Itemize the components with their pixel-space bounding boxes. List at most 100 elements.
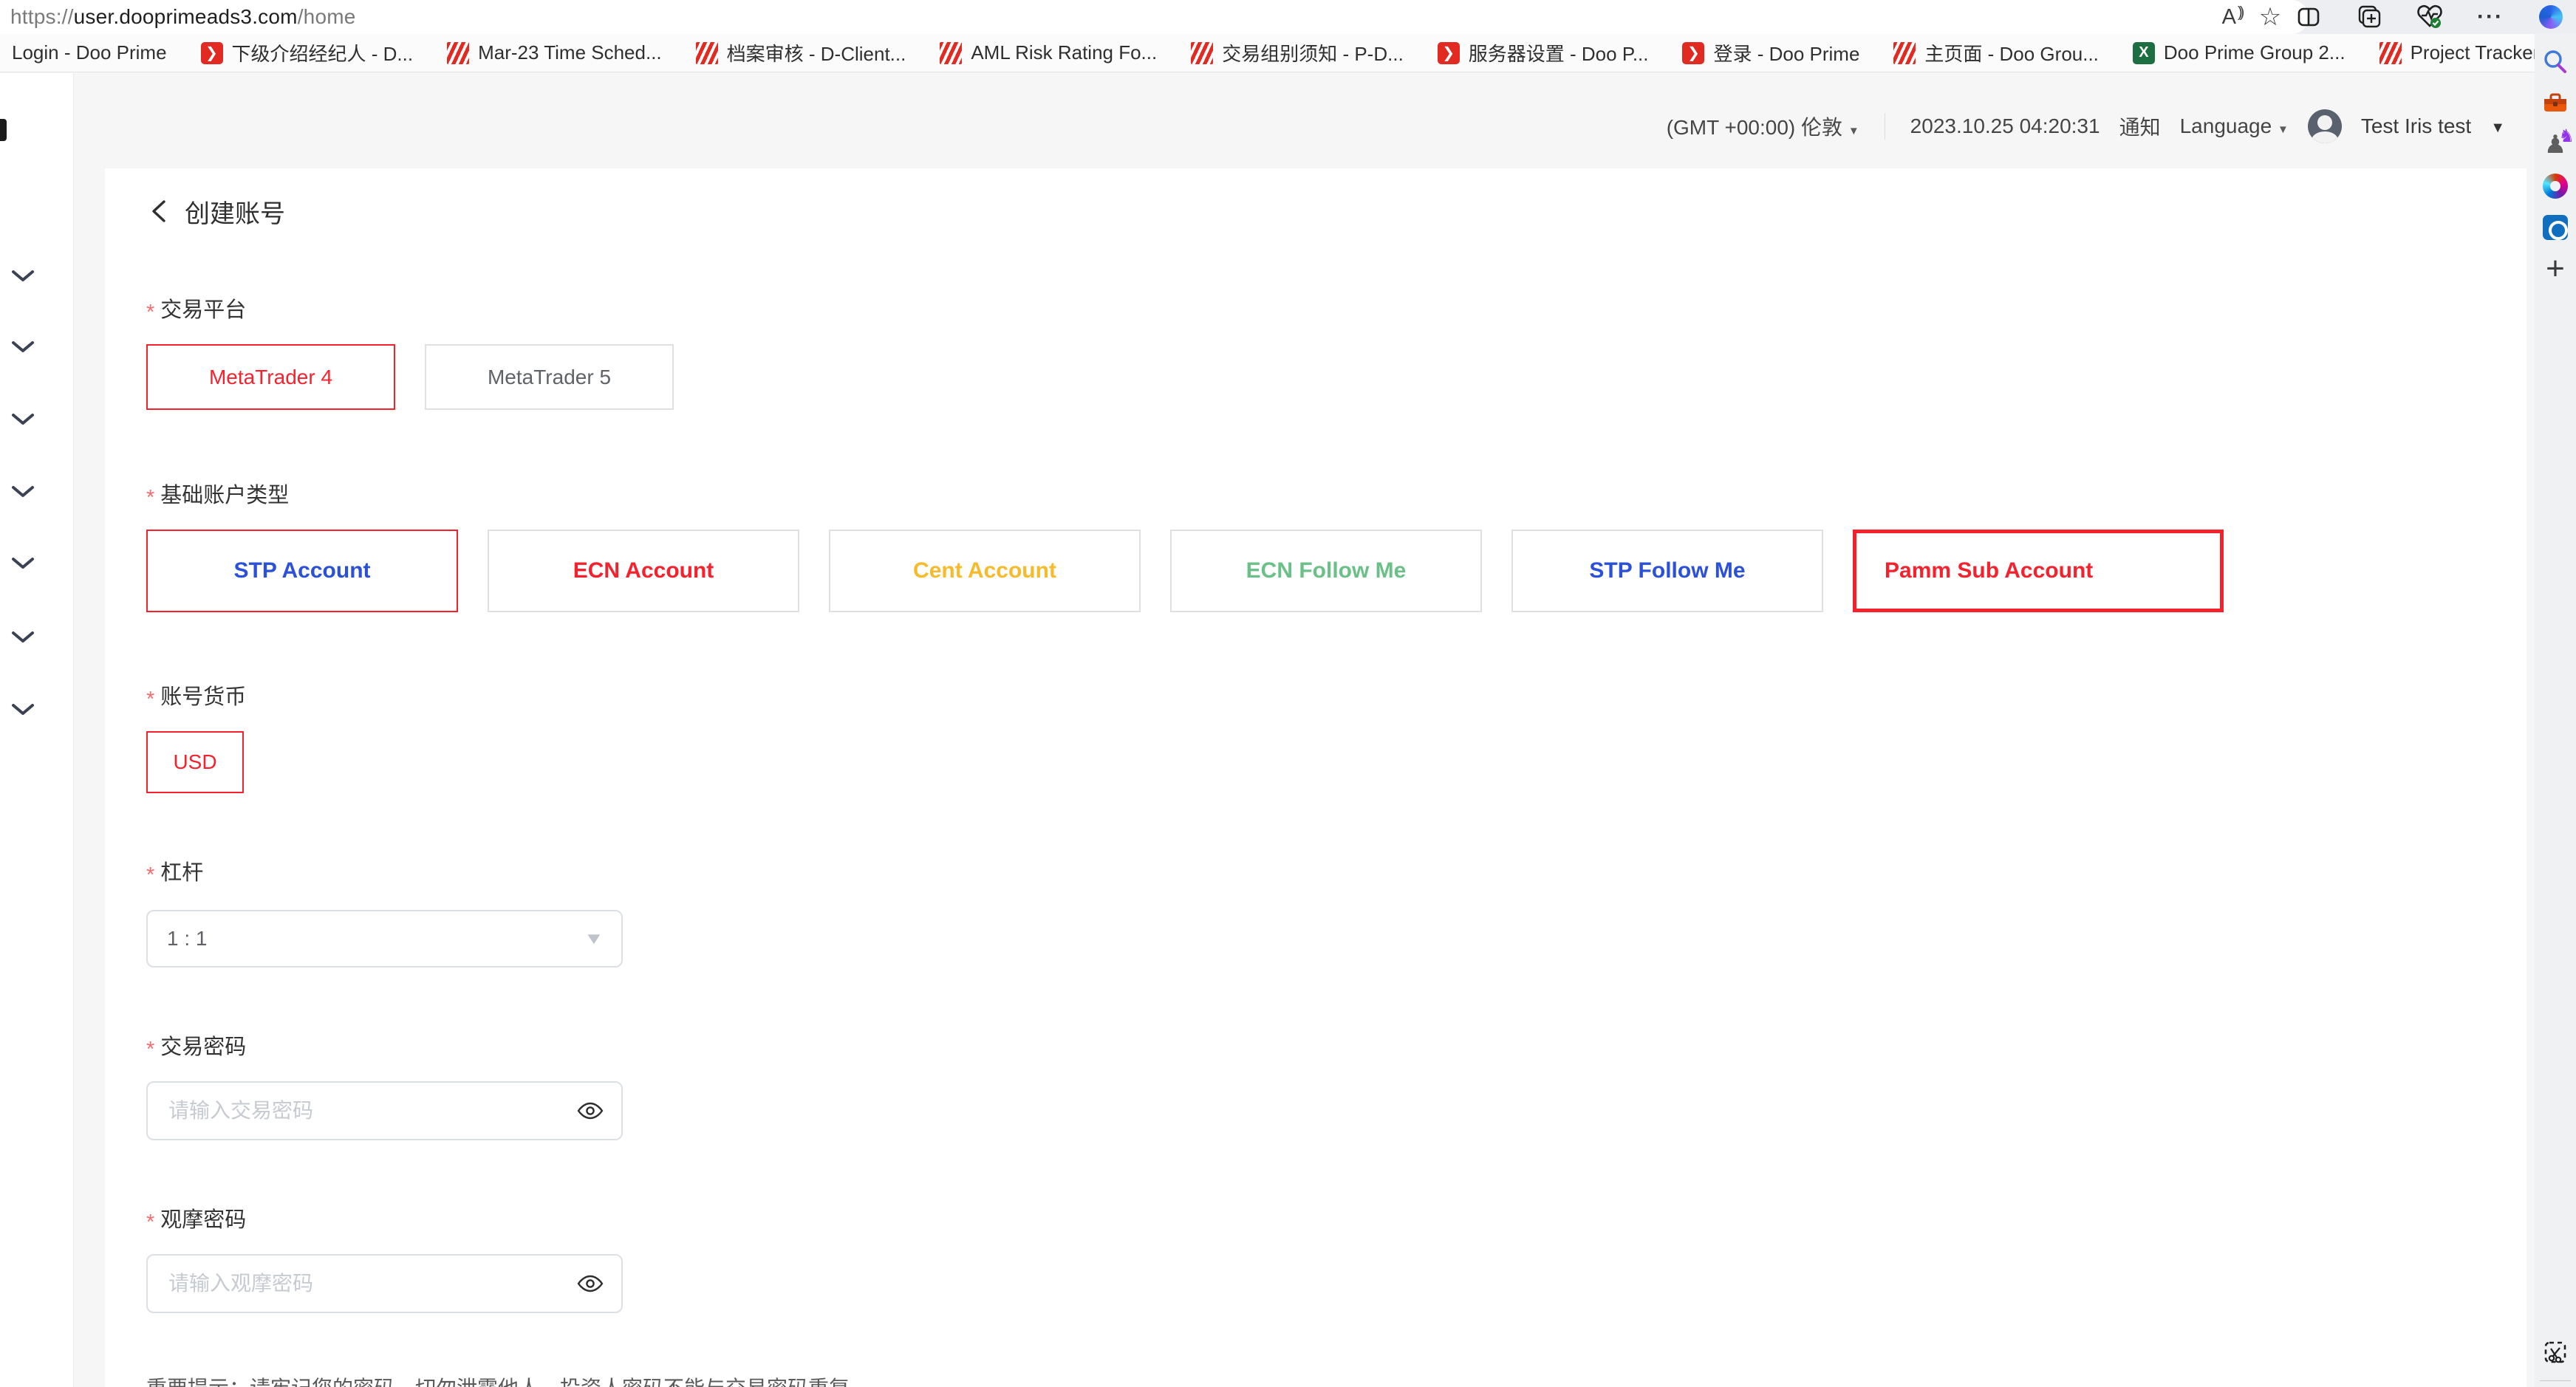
view-password-label-row: * 观摩密码 <box>146 1202 2485 1233</box>
page-viewport: (GMT +00:00) 伦敦 ▼ 2023.10.25 04:20:31 通知… <box>0 73 2535 1387</box>
option-stp-account[interactable]: STP Account <box>146 530 458 612</box>
collections-icon[interactable] <box>2350 0 2388 34</box>
currency-label-row: * 账号货币 <box>146 679 2485 710</box>
option-metatrader-4[interactable]: MetaTrader 4 <box>146 344 395 410</box>
timezone-selector[interactable]: (GMT +00:00) 伦敦 ▼ <box>1667 112 1859 141</box>
chevron-down-icon: ▼ <box>584 929 604 948</box>
chevron-down-icon[interactable] <box>10 484 35 503</box>
user-menu-chevron-icon[interactable]: ▼ <box>2490 120 2505 137</box>
option-cent-account[interactable]: Cent Account <box>829 530 1141 612</box>
bookmark-item[interactable]: AML Risk Rating Fo... <box>940 41 1157 64</box>
password-notice: 重要提示：请牢记您的密码，切勿泄露他人。投资人密码不能与交易密码重复 <box>146 1372 2485 1387</box>
page-title-row: 创建账号 <box>146 189 2485 233</box>
bookmark-item[interactable]: 主页面 - Doo Grou... <box>1893 39 2099 66</box>
read-aloud-icon[interactable]: A)) <box>2213 0 2251 34</box>
favorite-star-icon[interactable]: ☆ <box>2251 0 2289 34</box>
bookmark-item[interactable]: 档案审核 - D-Client... <box>696 39 906 66</box>
chevron-down-icon[interactable] <box>10 630 35 648</box>
bookmark-label: Project Tracker - D-... <box>2411 41 2535 64</box>
url-text[interactable]: https://user.dooprimeads3.com/home <box>10 5 2213 29</box>
bookmark-item[interactable]: ❯下级介绍经纪人 - D... <box>201 39 414 66</box>
platform-label-row: * 交易平台 <box>146 292 2485 323</box>
browser-toolbar: https://user.dooprimeads3.com/home A)) ☆… <box>0 0 2576 34</box>
bookmark-label: 交易组别须知 - P-D... <box>1222 39 1404 66</box>
option-ecn-account[interactable]: ECN Account <box>488 530 799 612</box>
option-ecn-follow-me[interactable]: ECN Follow Me <box>1170 530 1482 612</box>
copilot-icon[interactable] <box>2532 0 2570 34</box>
leverage-select[interactable]: 1 : 1 ▼ <box>146 910 623 968</box>
doo-logo-favicon-icon: ❯ <box>1682 42 1704 64</box>
view-password-field <box>146 1254 623 1313</box>
doo-logo-favicon-icon: ❯ <box>1438 42 1460 64</box>
option-stp-follow-me[interactable]: STP Follow Me <box>1511 530 1823 612</box>
trade-password-label-row: * 交易密码 <box>146 1030 2485 1061</box>
chevron-down-icon: ▼ <box>1848 125 1859 137</box>
chevron-down-icon[interactable] <box>10 702 35 721</box>
bookmark-label: AML Risk Rating Fo... <box>971 41 1157 64</box>
bookmarks-bar: Login - Doo Prime ❯下级介绍经纪人 - D... Mar-23 T… <box>0 34 2535 72</box>
bookmark-label: Doo Prime Group 2... <box>2164 41 2346 64</box>
language-selector[interactable]: Language ▼ <box>2180 114 2289 138</box>
tools-toolbox-icon[interactable] <box>2535 83 2576 124</box>
bookmark-item[interactable]: Login - Doo Prime <box>12 41 167 64</box>
option-metatrader-5[interactable]: MetaTrader 5 <box>425 344 674 410</box>
currency-options: USD <box>146 731 2485 793</box>
edge-sidebar: ♟♞ + <box>2535 34 2576 1387</box>
search-icon[interactable] <box>2535 41 2576 83</box>
username: Test Iris test <box>2361 114 2471 138</box>
chevron-down-icon[interactable] <box>10 269 35 287</box>
view-password-input[interactable] <box>151 1272 575 1295</box>
doo-stripes-favicon-icon <box>447 42 469 64</box>
platform-options: MetaTrader 4 MetaTrader 5 <box>146 344 2485 410</box>
notifications-link[interactable]: 通知 <box>2119 112 2161 141</box>
page-title: 创建账号 <box>185 194 285 230</box>
leverage-value: 1 : 1 <box>167 927 586 951</box>
bookmark-item[interactable]: ❯ 服务器设置 - Doo P... <box>1438 39 1649 66</box>
chevron-down-icon[interactable] <box>10 412 35 431</box>
required-asterisk: * <box>146 1038 154 1062</box>
avatar[interactable] <box>2308 109 2342 143</box>
required-asterisk: * <box>146 1210 154 1235</box>
option-usd[interactable]: USD <box>146 731 244 793</box>
web-capture-icon[interactable] <box>2535 1332 2576 1373</box>
leverage-label-row: * 杠杆 <box>146 855 2485 886</box>
account-type-options: STP Account ECN Account Cent Account ECN Fo… <box>146 530 2485 612</box>
bookmark-label: 登录 - Doo Prime <box>1713 39 1859 66</box>
bookmark-label: Login - Doo Prime <box>12 41 167 64</box>
doo-stripes-favicon-icon <box>696 42 718 64</box>
eye-icon[interactable] <box>575 1269 605 1298</box>
server-datetime: 2023.10.25 04:20:31 <box>1910 114 2100 138</box>
back-icon[interactable] <box>146 199 171 224</box>
split-screen-icon[interactable] <box>2289 0 2328 34</box>
bookmark-item[interactable]: XDoo Prime Group 2... <box>2133 41 2346 64</box>
settings-menu-icon[interactable]: ··· <box>2471 0 2510 34</box>
bookmark-item[interactable]: ❯ 登录 - Doo Prime <box>1682 39 1859 66</box>
create-account-card: 创建账号 * 交易平台 MetaTrader 4MetaTrader 5 * 基… <box>105 168 2527 1387</box>
bookmark-item[interactable]: 交易组别须知 - P-D... <box>1191 39 1404 66</box>
games-icon[interactable]: ♟♞ <box>2535 124 2576 165</box>
chevron-down-icon[interactable] <box>10 340 35 358</box>
field-label: 交易平台 <box>160 292 246 323</box>
bookmark-label: 主页面 - Doo Grou... <box>1924 39 2099 66</box>
doo-logo-favicon-icon: ❯ <box>201 42 223 64</box>
bookmark-label: Mar-23 Time Sched... <box>478 41 662 64</box>
trade-password-input[interactable] <box>151 1099 575 1123</box>
page-header: (GMT +00:00) 伦敦 ▼ 2023.10.25 04:20:31 通知… <box>1667 106 2505 147</box>
field-label: 交易密码 <box>160 1030 246 1061</box>
address-bar[interactable]: https://user.dooprimeads3.com/home A)) ☆ <box>0 0 2309 34</box>
bookmark-item[interactable]: Project Tracker - D-... <box>2379 41 2535 64</box>
doo-stripes-favicon-icon <box>1893 42 1916 64</box>
bookmark-item[interactable]: Mar-23 Time Sched... <box>447 41 662 64</box>
chevron-down-icon: ▼ <box>2278 123 2289 136</box>
sidebar-add-icon[interactable]: + <box>2535 248 2576 290</box>
microsoft-365-icon[interactable] <box>2535 165 2576 207</box>
outlook-icon[interactable] <box>2535 207 2576 248</box>
eye-icon[interactable] <box>575 1096 605 1126</box>
browser-essentials-icon[interactable] <box>2411 0 2449 34</box>
chevron-down-icon[interactable] <box>10 556 35 575</box>
required-asterisk: * <box>146 688 154 712</box>
bookmark-label: 服务器设置 - Doo P... <box>1469 39 1649 66</box>
doo-stripes-favicon-icon <box>1191 42 1213 64</box>
field-label: 杠杆 <box>160 855 203 886</box>
option-pamm-sub-account[interactable]: Pamm Sub Account <box>1853 530 2224 612</box>
